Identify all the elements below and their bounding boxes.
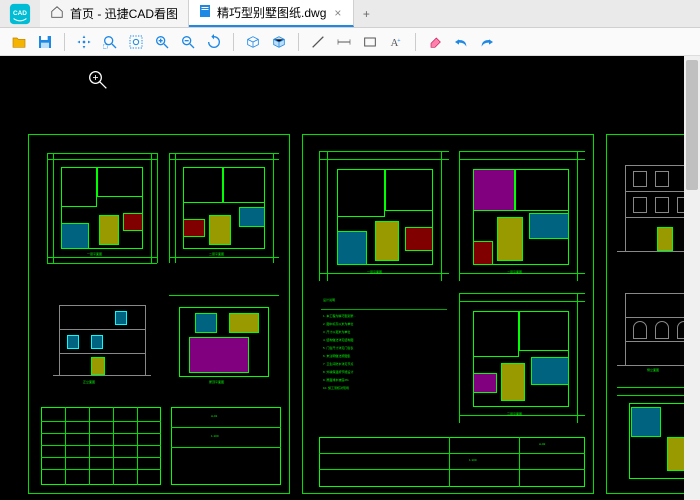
drawing-canvas[interactable]: 一层平面图 二层平面图 (0, 56, 700, 500)
tab-close-button[interactable]: × (332, 6, 343, 20)
open-button[interactable] (8, 31, 30, 53)
svg-text:CAD: CAD (13, 9, 27, 16)
line-button[interactable] (307, 31, 329, 53)
scrollbar-thumb[interactable] (686, 60, 698, 190)
iso-view-button[interactable] (268, 31, 290, 53)
tab-home-label: 首页 - 迅捷CAD看图 (70, 5, 178, 22)
home-icon (50, 5, 64, 22)
rect-button[interactable] (359, 31, 381, 53)
regen-button[interactable] (203, 31, 225, 53)
svg-text:+: + (397, 38, 400, 44)
view3d-button[interactable] (242, 31, 264, 53)
drawing-sheet: 一层平面图 二层平面图 (28, 134, 290, 494)
save-button[interactable] (34, 31, 56, 53)
toolbar: A+ (0, 28, 700, 56)
separator (415, 33, 416, 51)
dimension-button[interactable] (333, 31, 355, 53)
tab-file-label: 精巧型别墅图纸.dwg (217, 4, 326, 21)
undo-button[interactable] (450, 31, 472, 53)
dwg-icon (199, 4, 211, 21)
separator (298, 33, 299, 51)
app-logo: CAD (0, 0, 40, 27)
redo-button[interactable] (476, 31, 498, 53)
zoom-window-button[interactable] (99, 31, 121, 53)
drawing-sheet: 一层平面图 二层平面图 设计说明 1. 本工程为精巧型别墅... 2. 图中标高… (302, 134, 594, 494)
tab-file[interactable]: 精巧型别墅图纸.dwg × (189, 0, 354, 27)
erase-button[interactable] (424, 31, 446, 53)
zoom-out-button[interactable] (177, 31, 199, 53)
vertical-scrollbar[interactable] (684, 56, 700, 500)
zoom-in-button[interactable] (151, 31, 173, 53)
text-button[interactable]: A+ (385, 31, 407, 53)
separator (233, 33, 234, 51)
pan-button[interactable] (73, 31, 95, 53)
zoom-extents-button[interactable] (125, 31, 147, 53)
separator (64, 33, 65, 51)
titlebar: CAD 首页 - 迅捷CAD看图 精巧型别墅图纸.dwg × + (0, 0, 700, 28)
tab-add-button[interactable]: + (354, 0, 378, 27)
magnify-cursor-icon (88, 70, 108, 93)
tab-home[interactable]: 首页 - 迅捷CAD看图 (40, 0, 189, 27)
